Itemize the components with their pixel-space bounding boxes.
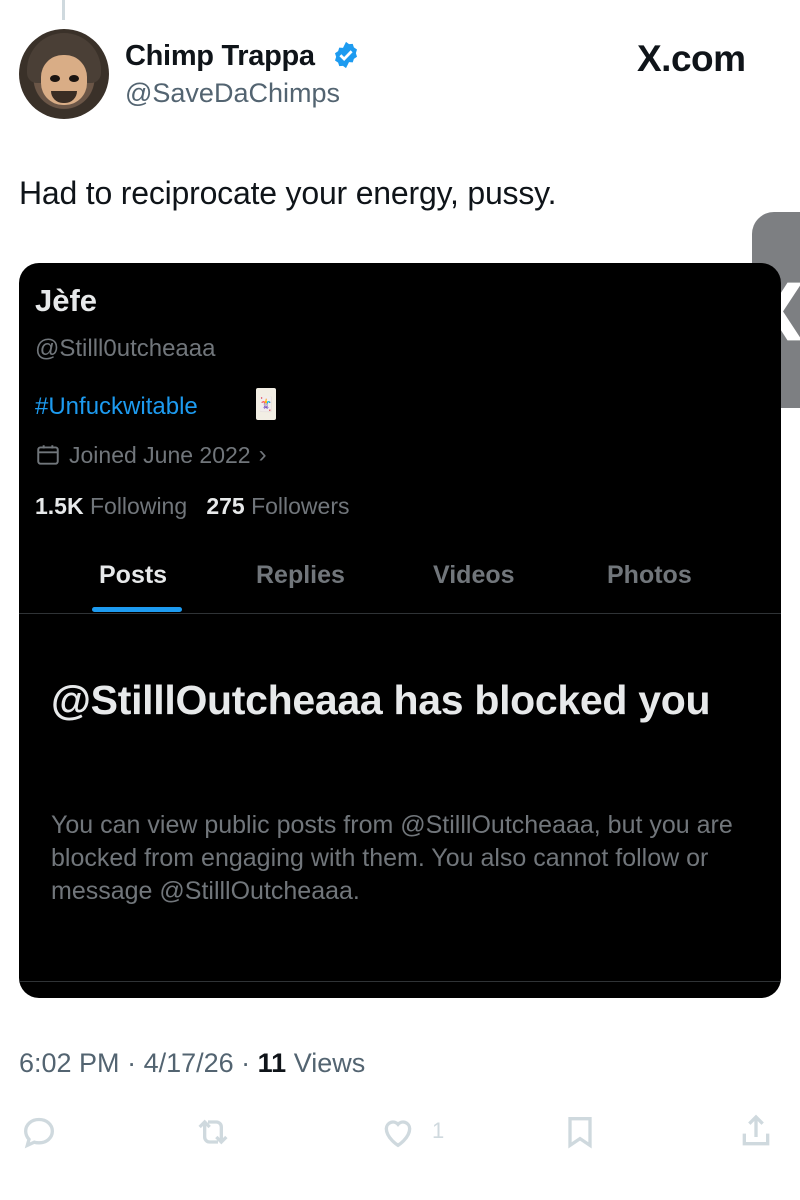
blocked-title: @StilllOutcheaaa has blocked you <box>51 677 711 723</box>
x-logo: X.com <box>637 38 746 79</box>
author-display-name[interactable]: Chimp Trappa <box>125 40 315 73</box>
share-icon <box>742 1114 770 1146</box>
joined-text: Joined June 2022 <box>69 441 251 468</box>
bookmark-button[interactable] <box>560 1112 600 1152</box>
followers-count: 275 <box>206 493 245 519</box>
share-button[interactable] <box>736 1112 776 1152</box>
avatar[interactable] <box>19 29 109 119</box>
tab-posts: Posts <box>99 561 168 589</box>
following-label: Following <box>89 493 188 519</box>
followers-label: Followers <box>251 493 350 519</box>
profile-bio-hashtag: #Unfuckwitable <box>35 393 198 420</box>
active-tab-indicator <box>92 607 182 612</box>
bookmark-icon <box>568 1117 592 1149</box>
repost-button[interactable] <box>193 1112 233 1152</box>
tab-divider <box>19 613 781 614</box>
profile-name: Jèfe <box>35 283 98 318</box>
verified-badge-icon <box>335 41 357 69</box>
views-label: Views <box>293 1048 366 1078</box>
chevron-right-icon: › <box>258 441 267 468</box>
reply-icon <box>23 1117 55 1149</box>
like-button[interactable] <box>378 1112 418 1152</box>
embed-bottom-divider <box>19 981 781 982</box>
playing-card-icon: 🃏 <box>256 388 276 420</box>
views-count: 11 <box>257 1048 287 1078</box>
tweet-meta: 6:02 PM · 4/17/26 · 11 Views <box>19 1048 365 1079</box>
embedded-screenshot[interactable]: Jèfe @Stilll0utcheaaa #Unfuckwitable 🃏 J… <box>19 263 781 998</box>
profile-handle: @Stilll0utcheaaa <box>35 335 216 362</box>
profile-stats: 1.5K Following 275 Followers <box>35 493 350 520</box>
tab-replies: Replies <box>256 561 345 589</box>
following-count: 1.5K <box>35 493 84 519</box>
tweet-text: Had to reciprocate your energy, pussy. <box>19 175 557 211</box>
tab-photos: Photos <box>607 561 692 589</box>
calendar-icon <box>37 445 59 465</box>
profile-joined: Joined June 2022 › <box>35 441 267 469</box>
reply-button[interactable] <box>19 1112 59 1152</box>
thread-connector-line <box>62 0 65 20</box>
meta-separator: · <box>233 1048 258 1078</box>
tweet-time: 6:02 PM <box>19 1048 120 1078</box>
tab-videos: Videos <box>433 561 515 589</box>
repost-icon <box>198 1119 228 1145</box>
like-count: 1 <box>432 1118 445 1143</box>
meta-separator: · <box>119 1048 144 1078</box>
author-handle[interactable]: @SaveDaChimps <box>125 78 340 109</box>
blocked-description: You can view public posts from @StilllOu… <box>51 811 733 905</box>
tweet-date: 4/17/26 <box>143 1048 234 1078</box>
like-icon <box>384 1120 412 1148</box>
